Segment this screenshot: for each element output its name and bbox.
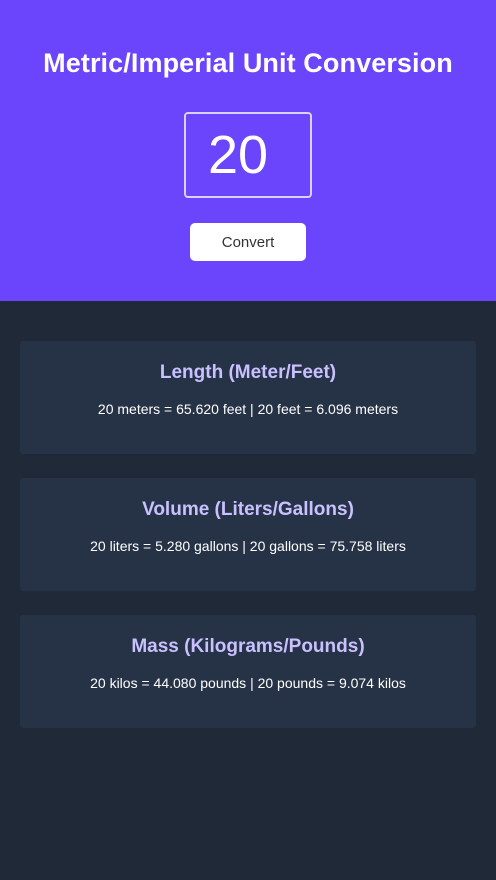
page-title: Metric/Imperial Unit Conversion	[43, 48, 453, 78]
length-card: Length (Meter/Feet) 20 meters = 65.620 f…	[20, 341, 476, 454]
length-card-title: Length (Meter/Feet)	[159, 362, 337, 383]
value-input[interactable]	[184, 112, 312, 198]
header: Metric/Imperial Unit Conversion Convert	[0, 0, 496, 301]
mass-card-title: Mass (Kilograms/Pounds)	[131, 636, 365, 657]
length-card-result: 20 meters = 65.620 feet | 20 feet = 6.09…	[97, 401, 399, 417]
volume-card: Volume (Liters/Gallons) 20 liters = 5.28…	[20, 478, 476, 591]
volume-card-title: Volume (Liters/Gallons)	[142, 499, 354, 520]
mass-card: Mass (Kilograms/Pounds) 20 kilos = 44.08…	[20, 615, 476, 728]
volume-card-result: 20 liters = 5.280 gallons | 20 gallons =…	[90, 538, 406, 554]
convert-button[interactable]: Convert	[190, 223, 306, 261]
mass-card-result: 20 kilos = 44.080 pounds | 20 pounds = 9…	[90, 675, 406, 691]
